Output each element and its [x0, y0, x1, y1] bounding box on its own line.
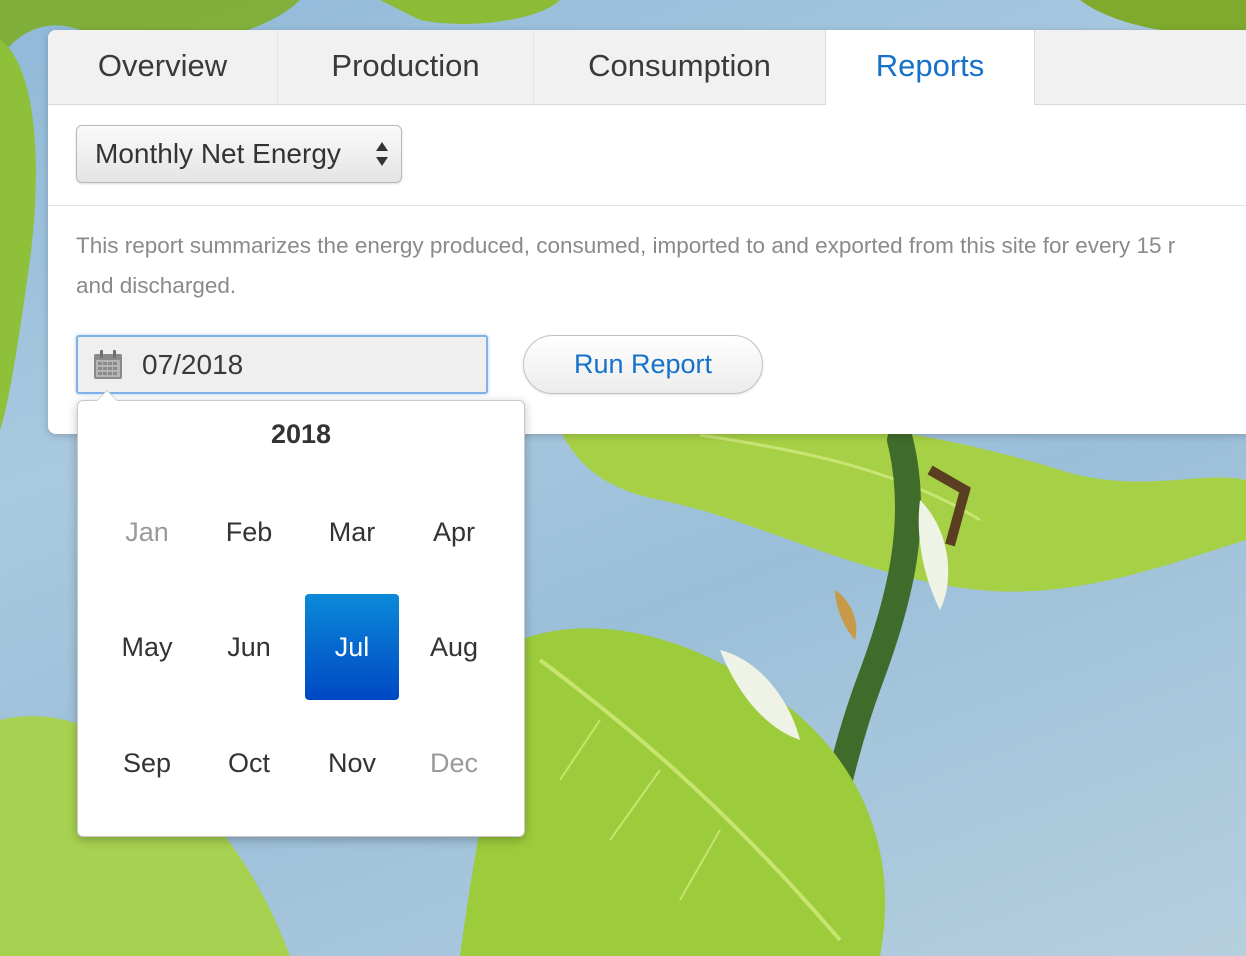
picker-year[interactable]: 2018	[78, 419, 524, 450]
description-line-2: and discharged.	[76, 273, 237, 298]
month-jan: Jan	[125, 517, 169, 547]
description-line-1: This report summarizes the energy produc…	[76, 233, 1176, 258]
updown-arrows-icon	[376, 142, 388, 166]
month-aug[interactable]: Aug	[407, 594, 501, 700]
report-description: This report summarizes the energy produc…	[76, 226, 1246, 306]
month-feb[interactable]: Feb	[202, 479, 296, 585]
month-jul[interactable]: Jul	[305, 594, 399, 700]
month-dec: Dec	[429, 748, 478, 778]
month-date-input[interactable]: 07/2018	[76, 335, 488, 394]
date-input-value: 07/2018	[142, 349, 244, 380]
reports-panel: Overview Production Consumption Reports …	[48, 30, 1246, 434]
month-nov[interactable]: Nov	[305, 710, 399, 816]
divider	[48, 205, 1246, 206]
calendar-icon[interactable]	[92, 349, 124, 381]
month-may[interactable]: May	[100, 594, 194, 700]
month-oct[interactable]: Oct	[202, 710, 296, 816]
month-apr[interactable]: Apr	[407, 479, 501, 585]
tab-reports[interactable]: Reports	[825, 30, 1035, 105]
month-sep[interactable]: Sep	[100, 710, 194, 816]
tab-bar: Overview Production Consumption Reports	[48, 30, 1246, 105]
report-type-value: Monthly Net Energy	[95, 138, 341, 169]
month-mar[interactable]: Mar	[305, 479, 399, 585]
report-type-select[interactable]: Monthly Net Energy	[76, 125, 402, 183]
month-jun[interactable]: Jun	[202, 594, 296, 700]
picker-caret	[96, 390, 118, 401]
tab-production[interactable]: Production	[278, 30, 534, 104]
tab-overview[interactable]: Overview	[48, 30, 278, 104]
tab-consumption[interactable]: Consumption	[534, 30, 826, 104]
run-report-button[interactable]: Run Report	[523, 335, 763, 394]
month-picker-popup: 2018 Jan Feb Mar Apr May Jun Jul Aug Sep…	[77, 390, 525, 837]
